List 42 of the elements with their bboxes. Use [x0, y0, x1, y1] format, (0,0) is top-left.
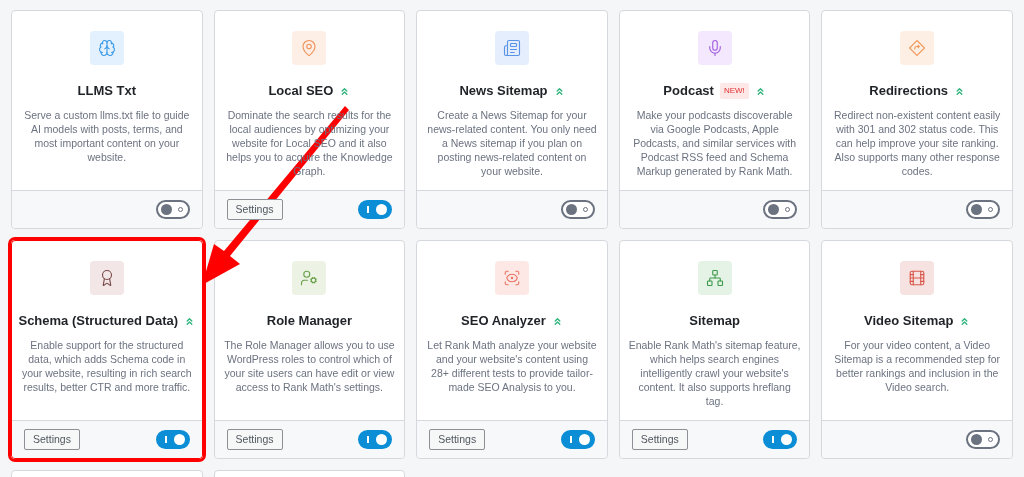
user-icon — [300, 269, 319, 287]
settings-button[interactable]: Settings — [631, 429, 688, 450]
newspaper-icon — [503, 39, 521, 57]
toggle-switch[interactable] — [155, 430, 190, 449]
settings-button[interactable]: Settings — [24, 429, 80, 450]
map-pin-icon — [300, 39, 319, 57]
module-title: Video Sitemap — [864, 312, 954, 331]
toggle-switch[interactable] — [763, 430, 798, 449]
module-description: Let Rank Math analyze your website and your website's content using 28+ different tests to provide tailor-made SEO Analysis to you. — [426, 338, 598, 394]
toggle-switch[interactable] — [358, 200, 393, 219]
diamond-arrow-icon — [908, 39, 927, 57]
toggle-switch[interactable] — [560, 430, 595, 449]
module-description: For your video content, a Video Sitemap is a recommended step for better rankings and inclusion in the Video search. — [833, 338, 1002, 394]
module-title: SEO Analyzer — [461, 312, 546, 331]
settings-button[interactable]: Settings — [226, 199, 283, 220]
toggle-switch[interactable] — [966, 200, 1000, 219]
module-title: Sitemap — [689, 312, 740, 331]
module-title: Podcast — [663, 82, 714, 101]
module-title: Role Manager — [266, 312, 352, 331]
settings-button[interactable]: Settings — [226, 429, 283, 450]
toggle-switch[interactable] — [155, 200, 190, 219]
module-description: The Role Manager allows you to use WordPress roles to control which of your site users can have edit or view access to Rank Math's settings. — [223, 338, 396, 394]
new-badge: NEW! — [719, 83, 749, 99]
module-description: Make your podcasts discoverable via Google Podcasts, Apple Podcasts, and similar services with Podcast RSS feed and Schema Markup generated by Rank Math. — [632, 108, 797, 178]
module-description: Enable support for the structured data, which adds Schema code in your website, resulting in rich search results, better CTR and more traffic. — [20, 338, 193, 394]
module-title: Schema (Structured Data) — [18, 312, 179, 331]
film-icon — [908, 269, 927, 287]
module-description: Create a News Sitemap for your news-related content. You only need a News sitemap if you plan on posting news-related content on your website. — [426, 108, 598, 178]
module-description: Redirect non-existent content easily with 301 and 302 status code. This can help improve your site ranking. Also supports many other response codes. — [833, 108, 1002, 178]
module-title: LLMS Txt — [77, 82, 137, 101]
toggle-switch[interactable] — [966, 430, 1000, 449]
module-description: Enable Rank Math's sitemap feature, which helps search engines intelligently crawl your website's content. It also supports hreflang tag. — [628, 338, 801, 408]
toggle-switch[interactable] — [560, 200, 595, 219]
module-title: Local SEO — [268, 82, 334, 101]
toggle-switch[interactable] — [763, 200, 798, 219]
sitemap-icon — [705, 269, 724, 287]
toggle-switch[interactable] — [358, 430, 393, 449]
scan-eye-icon — [503, 269, 521, 287]
module-description: Serve a custom llms.txt file to guide AI models with posts, terms, and most important content on your website. — [23, 108, 191, 164]
settings-button[interactable]: Settings — [429, 429, 486, 450]
module-title: Redirections — [869, 82, 949, 101]
module-title: News Sitemap — [459, 82, 548, 101]
